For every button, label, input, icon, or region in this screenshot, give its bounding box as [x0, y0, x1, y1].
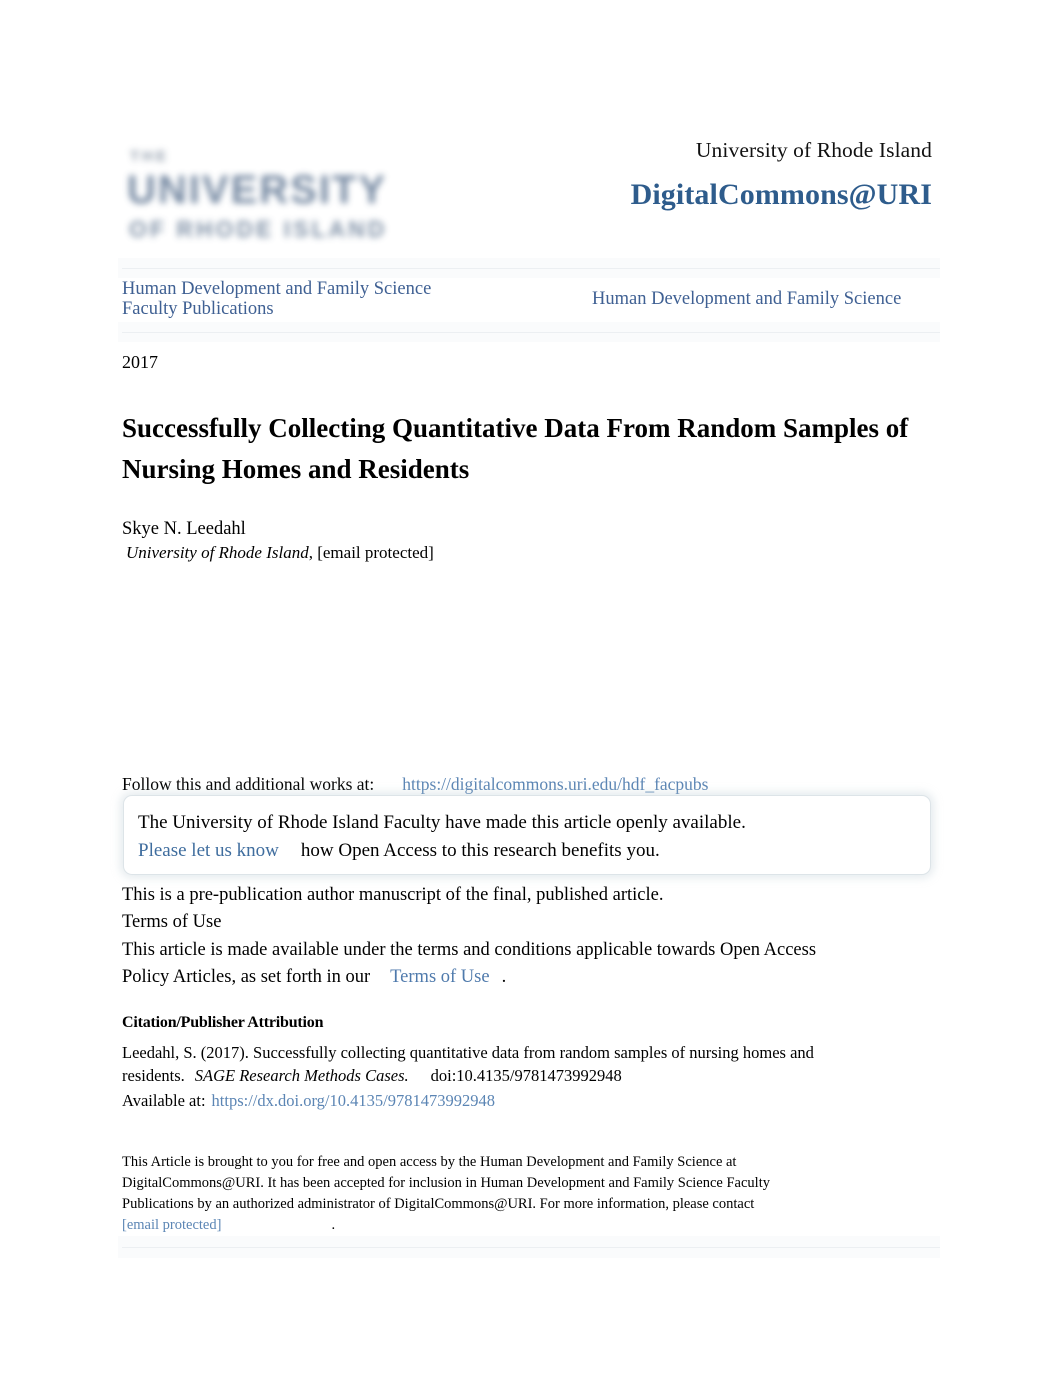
divider-rule-mid: [122, 332, 940, 333]
open-access-callout-inner: The University of Rhode Island Faculty h…: [133, 805, 921, 865]
repository-footer: This Article is brought to you for free …: [122, 1152, 862, 1236]
department-label[interactable]: Human Development and Family Science: [592, 289, 942, 309]
divider-rule-top: [122, 268, 940, 269]
logo-line-university: UNIVERSITY: [127, 168, 388, 212]
author-name: Skye N. Leedahl: [122, 519, 246, 540]
author-block: Skye N. Leedahl University of Rhode Isla…: [122, 517, 942, 565]
available-at-label: Available at:: [122, 1090, 206, 1110]
footer-line-2: DigitalCommons@URI. It has been accepted…: [122, 1175, 770, 1192]
footer-period: .: [331, 1217, 336, 1234]
terms-body-line-1: This article is made available under the…: [122, 939, 817, 960]
affiliation-separator: ,: [308, 543, 318, 563]
terms-of-use-block: This is a pre-publication author manuscr…: [122, 882, 922, 992]
header-right-block: University of Rhode Island DigitalCommon…: [412, 138, 932, 212]
page-header: THE UNIVERSITY OF RHODE ISLAND Universit…: [122, 138, 932, 258]
open-access-feedback-line: Please let us know how Open Access to thi…: [138, 837, 921, 865]
footer-contact-line: [email protected].: [122, 1215, 862, 1236]
terms-of-use-link[interactable]: Terms of Use: [390, 967, 489, 987]
citation-line-1: Leedahl, S. (2017). Successfully collect…: [122, 1043, 814, 1062]
footer-line-1: This Article is brought to you for free …: [122, 1154, 737, 1170]
logo-line-of-rhode-island: OF RHODE ISLAND: [129, 216, 388, 242]
terms-body-line-2: Policy Articles, as set forth in our Term…: [122, 964, 922, 991]
repository-title[interactable]: DigitalCommons@URI: [412, 178, 932, 212]
footer-line-3: Publications by an authorized administra…: [122, 1196, 755, 1213]
terms-of-use-heading: Terms of Use: [122, 912, 222, 933]
author-email: [email protected]: [317, 543, 434, 563]
citation-block: Citation/Publisher Attribution Leedahl, …: [122, 1014, 922, 1112]
citation-journal: SAGE Research Methods Cases.: [194, 1066, 409, 1086]
citation-text: Leedahl, S. (2017). Successfully collect…: [122, 1041, 912, 1088]
terms-body-prefix: Policy Articles, as set forth in our: [122, 967, 371, 988]
let-us-know-link[interactable]: Please let us know: [138, 840, 279, 861]
logo-line-the: THE: [130, 148, 169, 165]
divider-rule-bottom: [122, 1247, 940, 1248]
footer-contact-email[interactable]: [email protected]: [122, 1217, 221, 1233]
open-access-callout: The University of Rhode Island Faculty h…: [123, 795, 931, 875]
cover-page: THE UNIVERSITY OF RHODE ISLAND Universit…: [0, 0, 1062, 1377]
uri-logo: THE UNIVERSITY OF RHODE ISLAND: [122, 142, 385, 254]
author-institution: University of Rhode Island: [126, 543, 309, 563]
citation-doi: doi:10.4135/9781473992948: [430, 1066, 622, 1086]
follow-works-label: Follow this and additional works at:: [122, 774, 375, 794]
open-access-statement: The University of Rhode Island Faculty h…: [138, 812, 746, 833]
citation-line-2-prefix: residents.: [122, 1066, 185, 1086]
citation-heading: Citation/Publisher Attribution: [122, 1014, 324, 1031]
series-collection-line2: Faculty Publications: [122, 298, 274, 319]
available-at-link[interactable]: https://dx.doi.org/10.4135/9781473992948: [212, 1091, 495, 1110]
series-collection-label[interactable]: Human Development and Family Science Fac…: [122, 279, 552, 320]
follow-works-link[interactable]: https://digitalcommons.uri.edu/hdf_facpu…: [402, 774, 708, 794]
article-metadata: 2017 Successfully Collecting Quantitativ…: [122, 352, 942, 565]
citation-available-line: Available at: https://dx.doi.org/10.4135/…: [122, 1089, 922, 1112]
follow-works-line: Follow this and additional works at: http…: [122, 774, 709, 795]
article-title: Successfully Collecting Quantitative Dat…: [122, 412, 909, 485]
open-access-feedback-text: how Open Access to this research benefit…: [300, 840, 660, 862]
prepublication-note: This is a pre-publication author manuscr…: [122, 885, 664, 905]
series-collection-line1: Human Development and Family Science: [122, 279, 432, 299]
institution-name: University of Rhode Island: [695, 138, 932, 162]
author-affiliation: University of Rhode Island, [email prote…: [122, 542, 942, 565]
publication-year: 2017: [122, 352, 158, 372]
terms-body-period: .: [501, 967, 507, 988]
